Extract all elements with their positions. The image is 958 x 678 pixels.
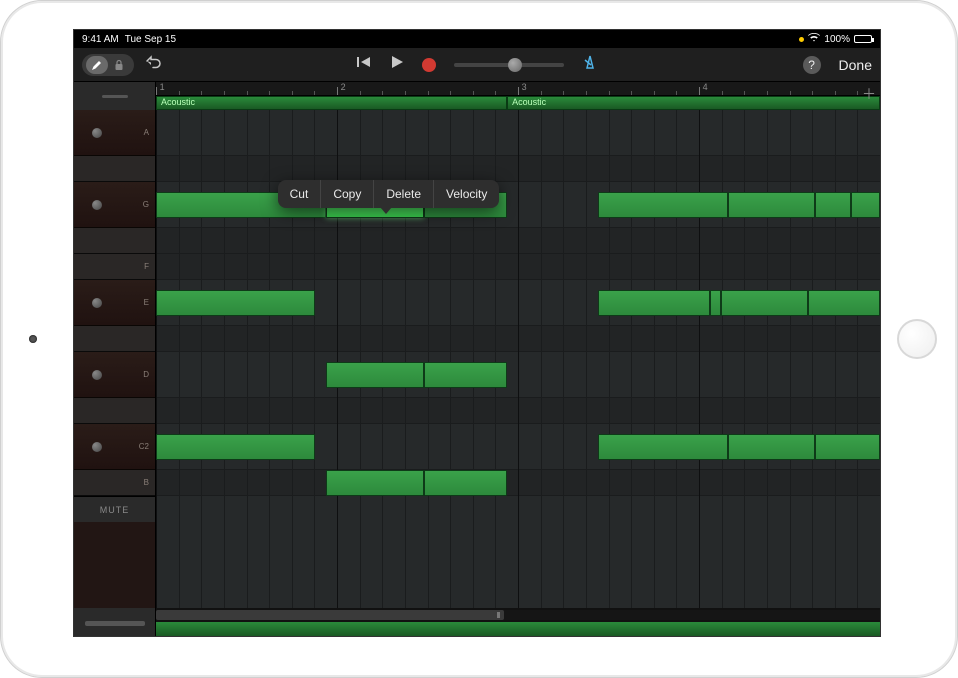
transport-controls <box>356 54 598 75</box>
volume-slider[interactable] <box>454 63 564 67</box>
zoom-handle[interactable] <box>74 608 156 637</box>
region-header[interactable]: Acoustic <box>156 96 507 110</box>
string-row: E <box>74 280 155 326</box>
bar-number: 4 <box>703 82 708 92</box>
midi-note[interactable] <box>710 290 721 316</box>
string-label: A <box>144 128 149 137</box>
midi-note[interactable] <box>728 192 815 218</box>
menu-item-copy[interactable]: Copy <box>321 180 374 208</box>
volume-thumb[interactable] <box>508 58 522 72</box>
undo-button[interactable] <box>144 55 162 74</box>
battery-icon <box>854 35 872 43</box>
midi-note[interactable] <box>598 434 728 460</box>
mute-button[interactable]: MUTE <box>74 496 155 522</box>
midi-note[interactable] <box>721 290 808 316</box>
record-button[interactable] <box>422 58 436 72</box>
string-row: A <box>74 110 155 156</box>
app-screen: 9:41 AM Tue Sep 15 100% <box>73 29 881 637</box>
string-label: E <box>144 298 149 307</box>
string-row: D <box>74 352 155 398</box>
bar-number: 3 <box>522 82 527 92</box>
note-grid[interactable]: CutCopyDeleteVelocity <box>156 110 880 608</box>
string-row: G <box>74 182 155 228</box>
menu-item-velocity[interactable]: Velocity <box>434 180 499 208</box>
midi-note[interactable] <box>156 290 315 316</box>
midi-note[interactable] <box>424 470 507 496</box>
help-button[interactable]: ? <box>803 56 821 74</box>
midi-note[interactable] <box>424 362 507 388</box>
timeline-ruler[interactable]: 1 2 3 4 AcousticAcoustic ＋ <box>156 82 880 110</box>
midi-note[interactable] <box>851 192 880 218</box>
fret-dot-icon <box>92 370 102 380</box>
string-label: D <box>143 370 149 379</box>
device-frame: 9:41 AM Tue Sep 15 100% <box>0 0 958 678</box>
camera-dot <box>29 335 37 343</box>
midi-note[interactable] <box>808 290 880 316</box>
midi-note[interactable] <box>728 434 815 460</box>
status-date: Tue Sep 15 <box>125 34 176 45</box>
midi-note[interactable] <box>156 434 315 460</box>
ruler-row: 1 2 3 4 AcousticAcoustic ＋ <box>74 82 880 110</box>
piano-roll-editor: A G F E D C2 B MUTE CutCopyDeleteVelocity <box>74 110 880 608</box>
overview-scroll[interactable] <box>156 608 880 637</box>
bar-number: 1 <box>160 82 165 92</box>
edit-mode-icon[interactable] <box>86 56 108 74</box>
bottom-bar <box>74 608 880 637</box>
ruler-left-handle[interactable] <box>74 82 156 110</box>
scrollbar-track[interactable] <box>156 610 880 620</box>
string-label: C2 <box>139 442 149 451</box>
bar-number: 2 <box>341 82 346 92</box>
metronome-button[interactable] <box>582 54 598 75</box>
midi-note[interactable] <box>815 192 851 218</box>
fret-dot-icon <box>92 200 102 210</box>
done-button[interactable]: Done <box>839 57 872 73</box>
string-row <box>74 398 155 424</box>
fret-dot-icon <box>92 442 102 452</box>
string-label: F <box>144 262 149 271</box>
context-menu: CutCopyDeleteVelocity <box>278 180 500 208</box>
battery-percent: 100% <box>824 34 850 45</box>
midi-note[interactable] <box>815 434 880 460</box>
string-column: A G F E D C2 B MUTE <box>74 110 156 608</box>
string-label: B <box>144 478 149 487</box>
status-bar: 9:41 AM Tue Sep 15 100% <box>74 30 880 48</box>
string-row: B <box>74 470 155 496</box>
scrollbar-thumb[interactable] <box>156 610 504 620</box>
menu-item-cut[interactable]: Cut <box>278 180 322 208</box>
midi-note[interactable] <box>598 192 728 218</box>
wifi-icon <box>808 33 820 45</box>
fret-dot-icon <box>92 298 102 308</box>
string-row: C2 <box>74 424 155 470</box>
fret-dot-icon <box>92 128 102 138</box>
string-label: G <box>143 200 149 209</box>
menu-item-delete[interactable]: Delete <box>374 180 434 208</box>
add-section-button[interactable]: ＋ <box>862 84 876 104</box>
rewind-button[interactable] <box>356 55 372 74</box>
location-indicator-icon <box>799 37 804 42</box>
string-row: F <box>74 254 155 280</box>
view-toggle[interactable] <box>82 54 134 76</box>
play-button[interactable] <box>390 55 404 74</box>
overview-regions <box>156 622 880 636</box>
region-header[interactable]: Acoustic <box>507 96 880 110</box>
midi-note[interactable] <box>326 362 424 388</box>
midi-note[interactable] <box>598 290 710 316</box>
string-row <box>74 156 155 182</box>
toolbar: ? Done <box>74 48 880 82</box>
home-button[interactable] <box>897 319 937 359</box>
status-time: 9:41 AM <box>82 34 119 45</box>
midi-note[interactable] <box>326 470 424 496</box>
string-row <box>74 326 155 352</box>
string-row <box>74 228 155 254</box>
lock-icon[interactable] <box>108 56 130 74</box>
